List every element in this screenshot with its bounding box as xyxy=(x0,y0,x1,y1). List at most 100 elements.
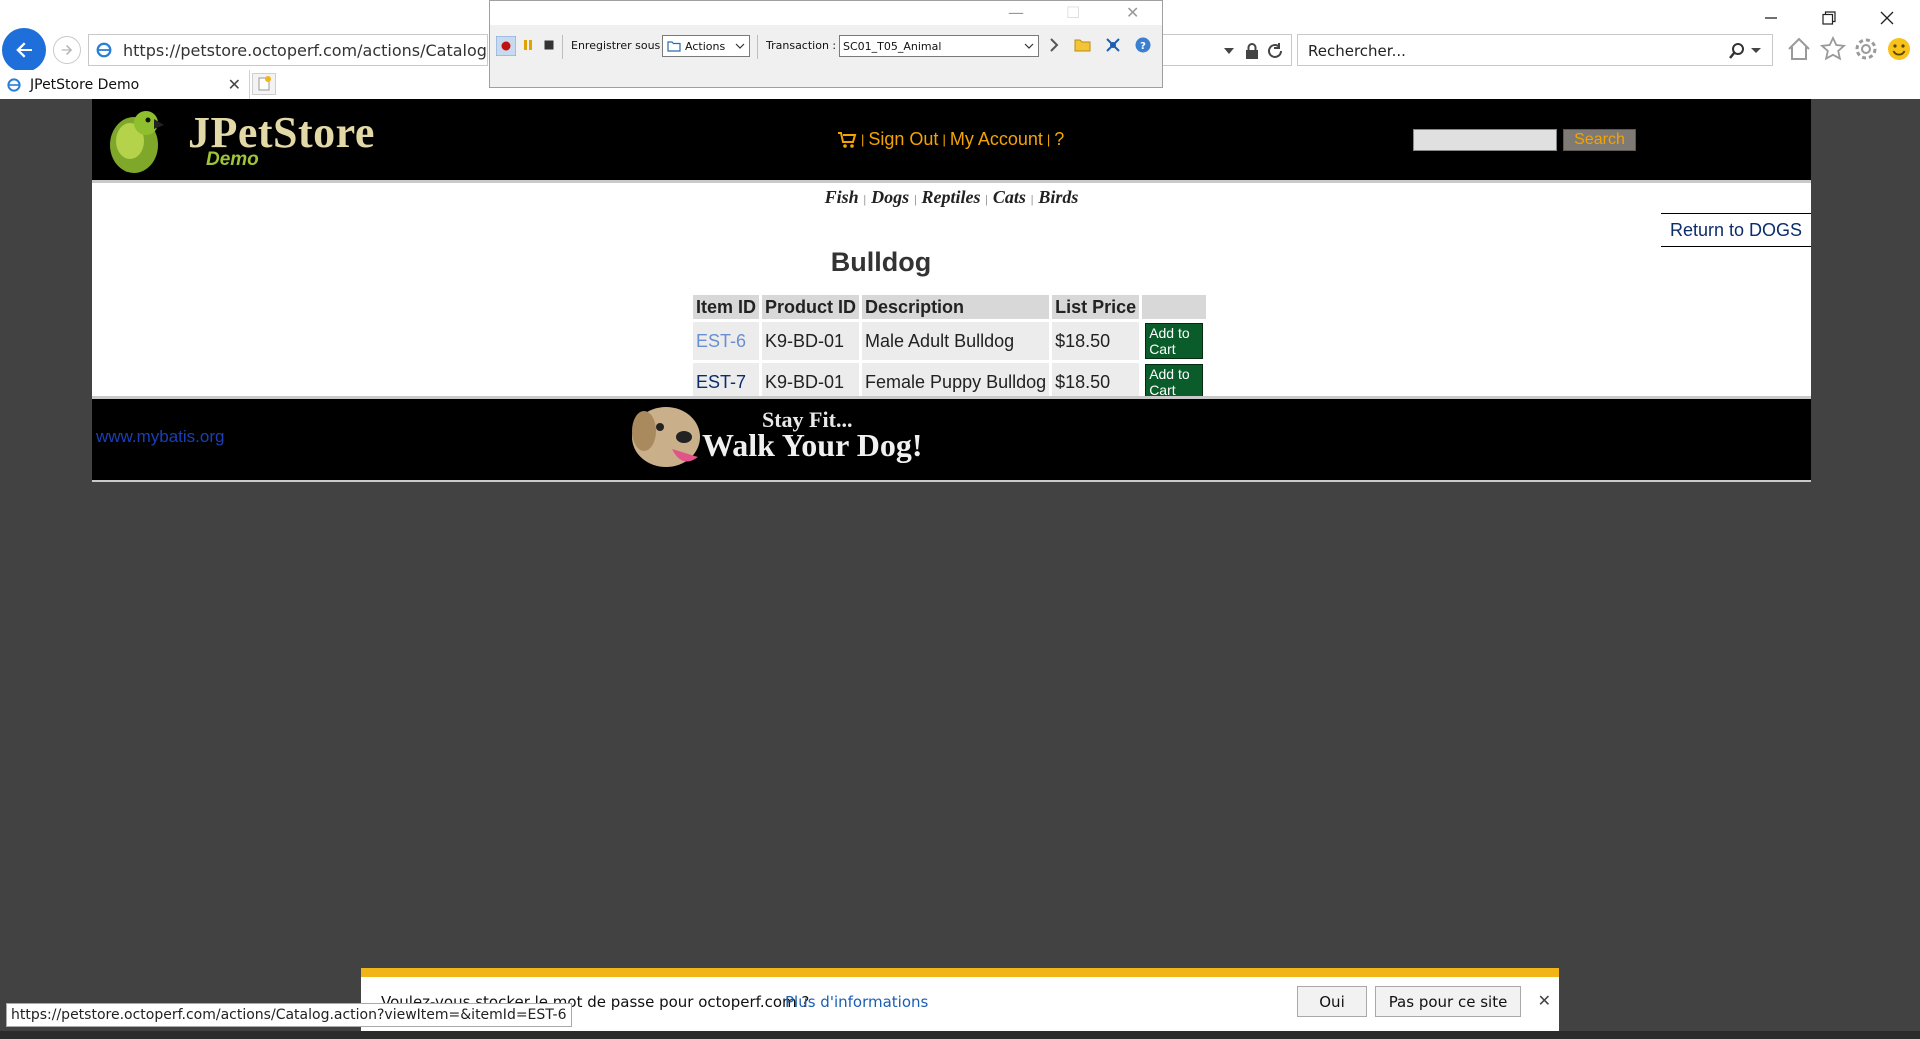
open-folder-icon[interactable] xyxy=(1074,37,1092,53)
store-footer: www.mybatis.org Stay Fit... Walk Your Do… xyxy=(92,399,1811,480)
refresh-icon[interactable] xyxy=(1266,42,1284,60)
store-search-button[interactable]: Search xyxy=(1563,129,1636,151)
tab-close-icon[interactable]: ✕ xyxy=(228,75,241,95)
jpetstore-logo[interactable]: JPetStore Demo xyxy=(104,103,374,177)
quicklink-dogs[interactable]: Dogs xyxy=(871,187,909,207)
table-row: EST-6 K9-BD-01 Male Adult Bulldog $18.50… xyxy=(693,322,1207,360)
help-link[interactable]: ? xyxy=(1054,129,1064,150)
cart-icon[interactable] xyxy=(837,131,857,149)
transaction-select[interactable]: SC01_T05_Animal xyxy=(839,35,1039,57)
notification-close-icon[interactable]: ✕ xyxy=(1538,991,1551,1010)
banner-text-walk-your-dog: Walk Your Dog! xyxy=(702,427,923,463)
recorder-controls: Enregistrer sous : Actions Transaction :… xyxy=(490,33,1162,59)
save-as-select[interactable]: Actions xyxy=(662,35,750,57)
search-dropdown-icon[interactable] xyxy=(1750,44,1762,56)
arrow-right-icon xyxy=(61,44,73,56)
settings-cross-icon[interactable] xyxy=(1105,37,1121,53)
return-to-category-link[interactable]: Return to DOGS xyxy=(1661,213,1811,247)
item-id-link[interactable]: EST-6 xyxy=(696,331,746,351)
folder-icon xyxy=(667,41,681,52)
recorder-toolbar: — ☐ ✕ Enregistrer sous : Actions Transac… xyxy=(489,0,1163,88)
quicklink-separator: | xyxy=(985,192,988,206)
item-id-cell: EST-6 xyxy=(693,322,760,360)
sign-out-link[interactable]: Sign Out xyxy=(868,129,938,150)
browser-search-placeholder: Rechercher... xyxy=(1308,42,1406,60)
quicklink-reptiles[interactable]: Reptiles xyxy=(922,187,981,207)
arrow-left-icon xyxy=(16,42,32,58)
column-header-description: Description xyxy=(862,295,1050,319)
quicklink-cats[interactable]: Cats xyxy=(993,187,1026,207)
svg-text:?: ? xyxy=(1140,41,1146,52)
new-tab-icon xyxy=(258,76,271,91)
address-url: https://petstore.octoperf.com/actions/Ca… xyxy=(123,40,487,60)
smiley-icon[interactable] xyxy=(1886,36,1912,62)
price-cell: $18.50 xyxy=(1052,322,1140,360)
header-menu: | Sign Out | My Account | ? xyxy=(837,129,1064,150)
walk-your-dog-banner: Stay Fit... Walk Your Dog! xyxy=(622,399,952,474)
status-bar-url: https://petstore.octoperf.com/actions/Ca… xyxy=(6,1003,572,1027)
tab-jpetstore[interactable]: JPetStore Demo ✕ xyxy=(0,70,250,99)
magnifier-icon[interactable] xyxy=(1728,42,1746,60)
store-search-input[interactable] xyxy=(1413,129,1557,151)
footer-bottom-divider xyxy=(92,480,1811,482)
dropdown-arrow-icon[interactable] xyxy=(1222,42,1236,58)
next-transaction-icon[interactable] xyxy=(1048,37,1060,53)
save-as-label: Enregistrer sous : xyxy=(571,39,668,52)
restore-icon xyxy=(1822,11,1836,25)
star-icon[interactable] xyxy=(1820,36,1846,62)
product-title: Bulldog xyxy=(830,247,932,277)
add-to-cart-button[interactable]: Add to Cart xyxy=(1145,364,1204,400)
logo-subtitle: Demo xyxy=(206,149,259,170)
recorder-close-icon[interactable]: ✕ xyxy=(1126,3,1139,22)
recorder-titlebar[interactable]: — ☐ ✕ xyxy=(490,1,1162,25)
chevron-down-icon xyxy=(735,43,745,49)
dog-face-icon xyxy=(632,407,700,467)
address-bar-tools xyxy=(1160,34,1292,66)
close-window-button[interactable] xyxy=(1867,6,1907,30)
mybatis-link[interactable]: www.mybatis.org xyxy=(96,427,224,447)
column-header-list-price: List Price xyxy=(1052,295,1140,319)
separator xyxy=(757,35,758,59)
quicklink-separator: | xyxy=(914,192,917,206)
action-cell: Add to Cart xyxy=(1142,322,1207,360)
recorder-minimize-icon[interactable]: — xyxy=(1008,3,1024,22)
quicklink-birds[interactable]: Birds xyxy=(1038,187,1078,207)
record-icon[interactable] xyxy=(496,36,516,56)
minimize-button[interactable] xyxy=(1751,6,1791,30)
column-header-action xyxy=(1142,295,1207,319)
minimize-icon xyxy=(1765,17,1777,19)
password-not-for-site-button[interactable]: Pas pour ce site xyxy=(1375,986,1521,1017)
forward-button[interactable] xyxy=(53,36,81,64)
item-id-link[interactable]: EST-7 xyxy=(696,372,746,392)
tab-title: JPetStore Demo xyxy=(30,76,140,93)
address-bar[interactable]: https://petstore.octoperf.com/actions/Ca… xyxy=(88,34,488,66)
help-icon[interactable]: ? xyxy=(1135,37,1151,53)
parrot-icon xyxy=(110,111,164,173)
quicklink-separator: | xyxy=(1030,192,1034,206)
lock-icon[interactable] xyxy=(1244,42,1260,60)
my-account-link[interactable]: My Account xyxy=(950,129,1043,150)
browser-search-box[interactable]: Rechercher... xyxy=(1297,34,1773,66)
save-as-value: Actions xyxy=(685,39,726,53)
gear-icon[interactable] xyxy=(1853,36,1879,62)
pause-icon[interactable] xyxy=(521,38,535,52)
product-id-cell: K9-BD-01 xyxy=(762,322,860,360)
home-icon[interactable] xyxy=(1786,36,1812,62)
back-button[interactable] xyxy=(2,28,46,72)
stop-icon[interactable] xyxy=(543,39,555,51)
recorder-maximize-icon: ☐ xyxy=(1066,3,1081,22)
item-table: Item ID Product ID Description List Pric… xyxy=(690,292,1210,404)
password-yes-button[interactable]: Oui xyxy=(1297,986,1367,1017)
transaction-label: Transaction : xyxy=(766,39,837,52)
restore-button[interactable] xyxy=(1809,6,1849,30)
chevron-down-icon xyxy=(1024,43,1034,49)
more-info-link[interactable]: Plus d'informations xyxy=(785,993,928,1011)
quicklink-fish[interactable]: Fish xyxy=(825,187,859,207)
new-tab-button[interactable] xyxy=(252,73,276,95)
table-header-row: Item ID Product ID Description List Pric… xyxy=(693,295,1207,319)
main-content: Fish | Dogs | Reptiles | Cats | Birds Return to … xyxy=(92,183,1811,404)
ie-tab-favicon-icon xyxy=(7,77,21,92)
menu-separator: | xyxy=(942,132,946,147)
store-header: JPetStore Demo | Sign Out | My Account |… xyxy=(92,99,1811,180)
add-to-cart-button[interactable]: Add to Cart xyxy=(1145,323,1204,359)
